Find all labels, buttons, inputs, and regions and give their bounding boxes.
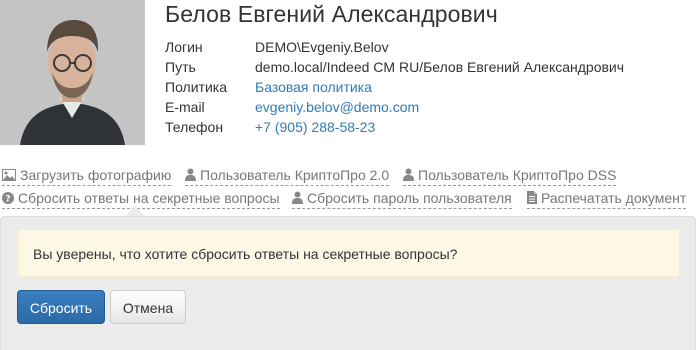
svg-text:?: ?	[5, 195, 10, 205]
path-value: demo.local/Indeed CM RU/Белов Евгений Ал…	[255, 59, 625, 75]
confirm-panel: Вы уверены, что хотите сбросить ответы н…	[0, 216, 696, 350]
print-document-label: Распечатать документ	[541, 190, 687, 206]
confirm-alert: Вы уверены, что хотите сбросить ответы н…	[18, 229, 680, 277]
login-label: Логин	[165, 39, 203, 55]
image-icon	[2, 169, 16, 181]
user-icon	[403, 168, 414, 181]
user-full-name: Белов Евгений Александрович	[165, 1, 498, 27]
popover-caret	[125, 206, 145, 216]
login-value: DEMO\Evgeniy.Belov	[255, 39, 389, 55]
reset-password-label: Сбросить пароль пользователя	[307, 190, 512, 206]
upload-photo-link[interactable]: Загрузить фотографию	[2, 165, 172, 186]
email-label: E-mail	[165, 99, 205, 115]
print-document-link[interactable]: Распечатать документ	[527, 188, 687, 209]
user-icon	[185, 168, 196, 181]
question-circle-icon: ?	[2, 192, 14, 205]
upload-photo-label: Загрузить фотографию	[20, 167, 172, 183]
cryptopro-dss-user-label: Пользователь КриптоПро DSS	[418, 167, 617, 183]
phone-label: Телефон	[165, 119, 224, 135]
user-photo	[0, 0, 145, 145]
policy-label: Политика	[165, 79, 227, 95]
reset-password-link[interactable]: Сбросить пароль пользователя	[292, 188, 512, 209]
reset-answers-label: Сбросить ответы на секретные вопросы	[18, 190, 280, 206]
user-icon	[292, 191, 303, 204]
cryptopro-user-link[interactable]: Пользователь КриптоПро 2.0	[185, 165, 390, 186]
cryptopro-user-label: Пользователь КриптоПро 2.0	[200, 167, 390, 183]
file-icon	[527, 191, 537, 204]
cancel-button[interactable]: Отмена	[110, 290, 186, 324]
phone-link[interactable]: +7 (905) 288-58-23	[255, 117, 375, 137]
email-link[interactable]: evgeniy.belov@demo.com	[255, 97, 419, 117]
reset-button[interactable]: Сбросить	[17, 290, 105, 324]
policy-link[interactable]: Базовая политика	[255, 77, 372, 97]
path-label: Путь	[165, 59, 196, 75]
cryptopro-dss-user-link[interactable]: Пользователь КриптоПро DSS	[403, 165, 617, 186]
